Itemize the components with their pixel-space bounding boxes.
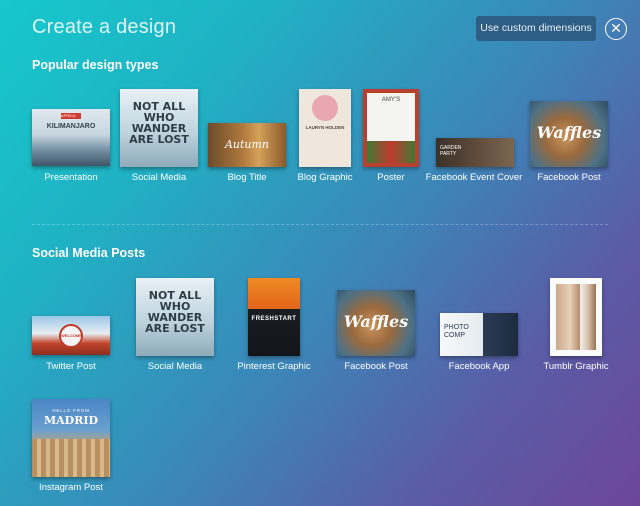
design-thumb-social-media-2[interactable]: NOT ALL WHO WANDER ARE LOST: [136, 278, 214, 356]
thumb-text: NOT ALL WHO WANDER ARE LOST: [145, 289, 205, 335]
thumb-building: [32, 439, 110, 477]
thumb-portrait: [556, 284, 596, 350]
design-thumb-twitter-post[interactable]: WELCOME: [32, 316, 110, 355]
thumb-text: LAURYN HOLDEN: [305, 125, 345, 130]
design-label-social-media[interactable]: Social Media: [132, 172, 186, 183]
page-title: Create a design: [32, 16, 177, 38]
design-thumb-facebook-post[interactable]: Waffles: [530, 101, 608, 167]
thumb-text: WELCOME: [59, 324, 83, 348]
thumb-text: Waffles: [536, 123, 602, 142]
design-label-social-media-2[interactable]: Social Media: [148, 361, 202, 372]
close-icon[interactable]: ✕: [605, 18, 627, 40]
thumb-text: MADRID: [43, 414, 99, 427]
design-thumb-pinterest-graphic[interactable]: FRESHSTART: [248, 278, 300, 356]
design-label-facebook-post[interactable]: Facebook Post: [537, 172, 600, 183]
design-label-pinterest-graphic[interactable]: Pinterest Graphic: [237, 361, 310, 372]
social-media-posts-heading: Social Media Posts: [32, 246, 146, 260]
thumb-text: PHOTO COMP: [444, 324, 469, 339]
thumb-circle: [312, 95, 338, 121]
design-label-tumblr-graphic[interactable]: Tumblr Graphic: [543, 361, 608, 372]
design-thumb-presentation[interactable]: AFRICA KILIMANJARO: [32, 109, 110, 166]
design-thumb-poster[interactable]: AMY'S: [363, 89, 419, 167]
design-label-facebook-event-cover[interactable]: Facebook Event Cover: [426, 172, 523, 183]
design-label-twitter-post[interactable]: Twitter Post: [46, 361, 96, 372]
thumb-text: GARDEN PARTY: [440, 145, 462, 157]
thumb-text: NOT ALL WHO WANDER ARE LOST: [129, 100, 189, 146]
design-thumb-social-media[interactable]: NOT ALL WHO WANDER ARE LOST: [120, 89, 198, 167]
design-label-presentation[interactable]: Presentation: [44, 172, 97, 183]
design-label-poster[interactable]: Poster: [377, 172, 404, 183]
design-label-blog-title[interactable]: Blog Title: [227, 172, 266, 183]
design-thumb-instagram-post[interactable]: HELLO FROM MADRID: [32, 399, 110, 477]
thumb-text: FRESHSTART: [251, 316, 297, 322]
thumb-text: Waffles: [343, 312, 409, 331]
design-thumb-blog-title[interactable]: Autumn: [208, 123, 286, 167]
design-label-facebook-app[interactable]: Facebook App: [449, 361, 510, 372]
design-thumb-facebook-app[interactable]: PHOTO COMP: [440, 313, 518, 356]
design-label-facebook-post-2[interactable]: Facebook Post: [344, 361, 407, 372]
thumb-text: Autumn: [224, 138, 270, 151]
section-divider: [32, 224, 608, 225]
design-thumb-blog-graphic[interactable]: LAURYN HOLDEN: [299, 89, 351, 167]
design-label-instagram-post[interactable]: Instagram Post: [39, 482, 103, 493]
custom-dimensions-button[interactable]: Use custom dimensions: [476, 16, 596, 41]
thumb-text: AMY'S: [381, 97, 401, 103]
thumb-subtext: HELLO FROM: [52, 408, 90, 413]
thumb-produce: [367, 141, 415, 163]
design-thumb-facebook-event-cover[interactable]: GARDEN PARTY: [436, 138, 514, 167]
popular-design-types-heading: Popular design types: [32, 58, 159, 72]
thumb-text: KILIMANJARO: [46, 123, 96, 130]
thumb-tag: AFRICA: [61, 113, 81, 119]
design-thumb-tumblr-graphic[interactable]: [550, 278, 602, 356]
design-thumb-facebook-post-2[interactable]: Waffles: [337, 290, 415, 356]
design-label-blog-graphic[interactable]: Blog Graphic: [298, 172, 353, 183]
